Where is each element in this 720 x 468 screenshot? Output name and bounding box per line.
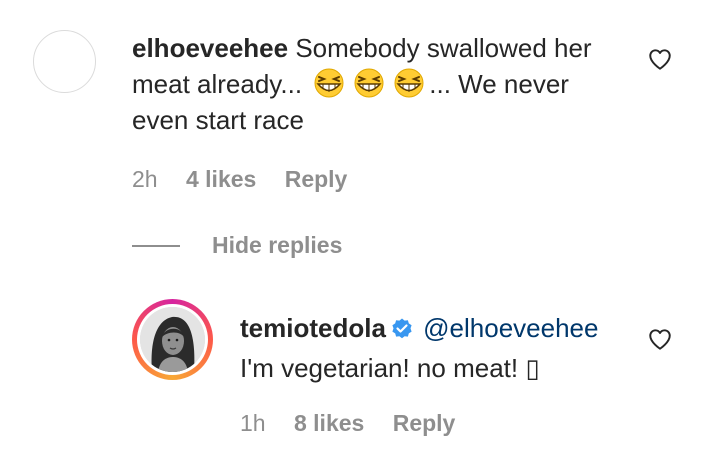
reply-reply-button[interactable]: Reply xyxy=(393,410,456,436)
grinning-squinting-face-emoji xyxy=(349,67,389,99)
hide-replies-button[interactable]: Hide replies xyxy=(212,232,342,259)
hide-replies-divider xyxy=(132,245,180,247)
grinning-squinting-face-emoji xyxy=(389,67,429,99)
reply-mention-link[interactable]: @elhoeveehee xyxy=(423,313,598,343)
verified-badge-icon xyxy=(390,314,414,350)
comment-reply-button[interactable]: Reply xyxy=(285,166,348,192)
replier-avatar-story-ring[interactable] xyxy=(132,299,213,380)
reply-text: I'm vegetarian! no meat! ▯ xyxy=(240,353,540,383)
reply-username[interactable]: temiotedola xyxy=(240,313,386,343)
reply-likes-count[interactable]: 8 likes xyxy=(294,410,364,436)
comment-time: 2h xyxy=(132,166,158,192)
commenter-avatar[interactable] xyxy=(33,30,96,93)
like-heart-icon[interactable] xyxy=(647,46,673,72)
comment-username[interactable]: elhoeveehee xyxy=(132,33,288,63)
reply-body: temiotedola @elhoeveehee I'm vegetarian!… xyxy=(240,310,660,386)
comment-meta: 2h 4 likes Reply xyxy=(132,166,369,193)
comment-body: elhoeveehee Somebody swallowed her meat … xyxy=(132,30,632,138)
reply-time: 1h xyxy=(240,410,266,436)
reply-like-heart-icon[interactable] xyxy=(647,326,673,352)
reply-meta: 1h 8 likes Reply xyxy=(240,410,477,437)
replier-avatar-photo xyxy=(140,307,205,372)
comment-likes-count[interactable]: 4 likes xyxy=(186,166,256,192)
grinning-squinting-face-emoji xyxy=(309,67,349,99)
